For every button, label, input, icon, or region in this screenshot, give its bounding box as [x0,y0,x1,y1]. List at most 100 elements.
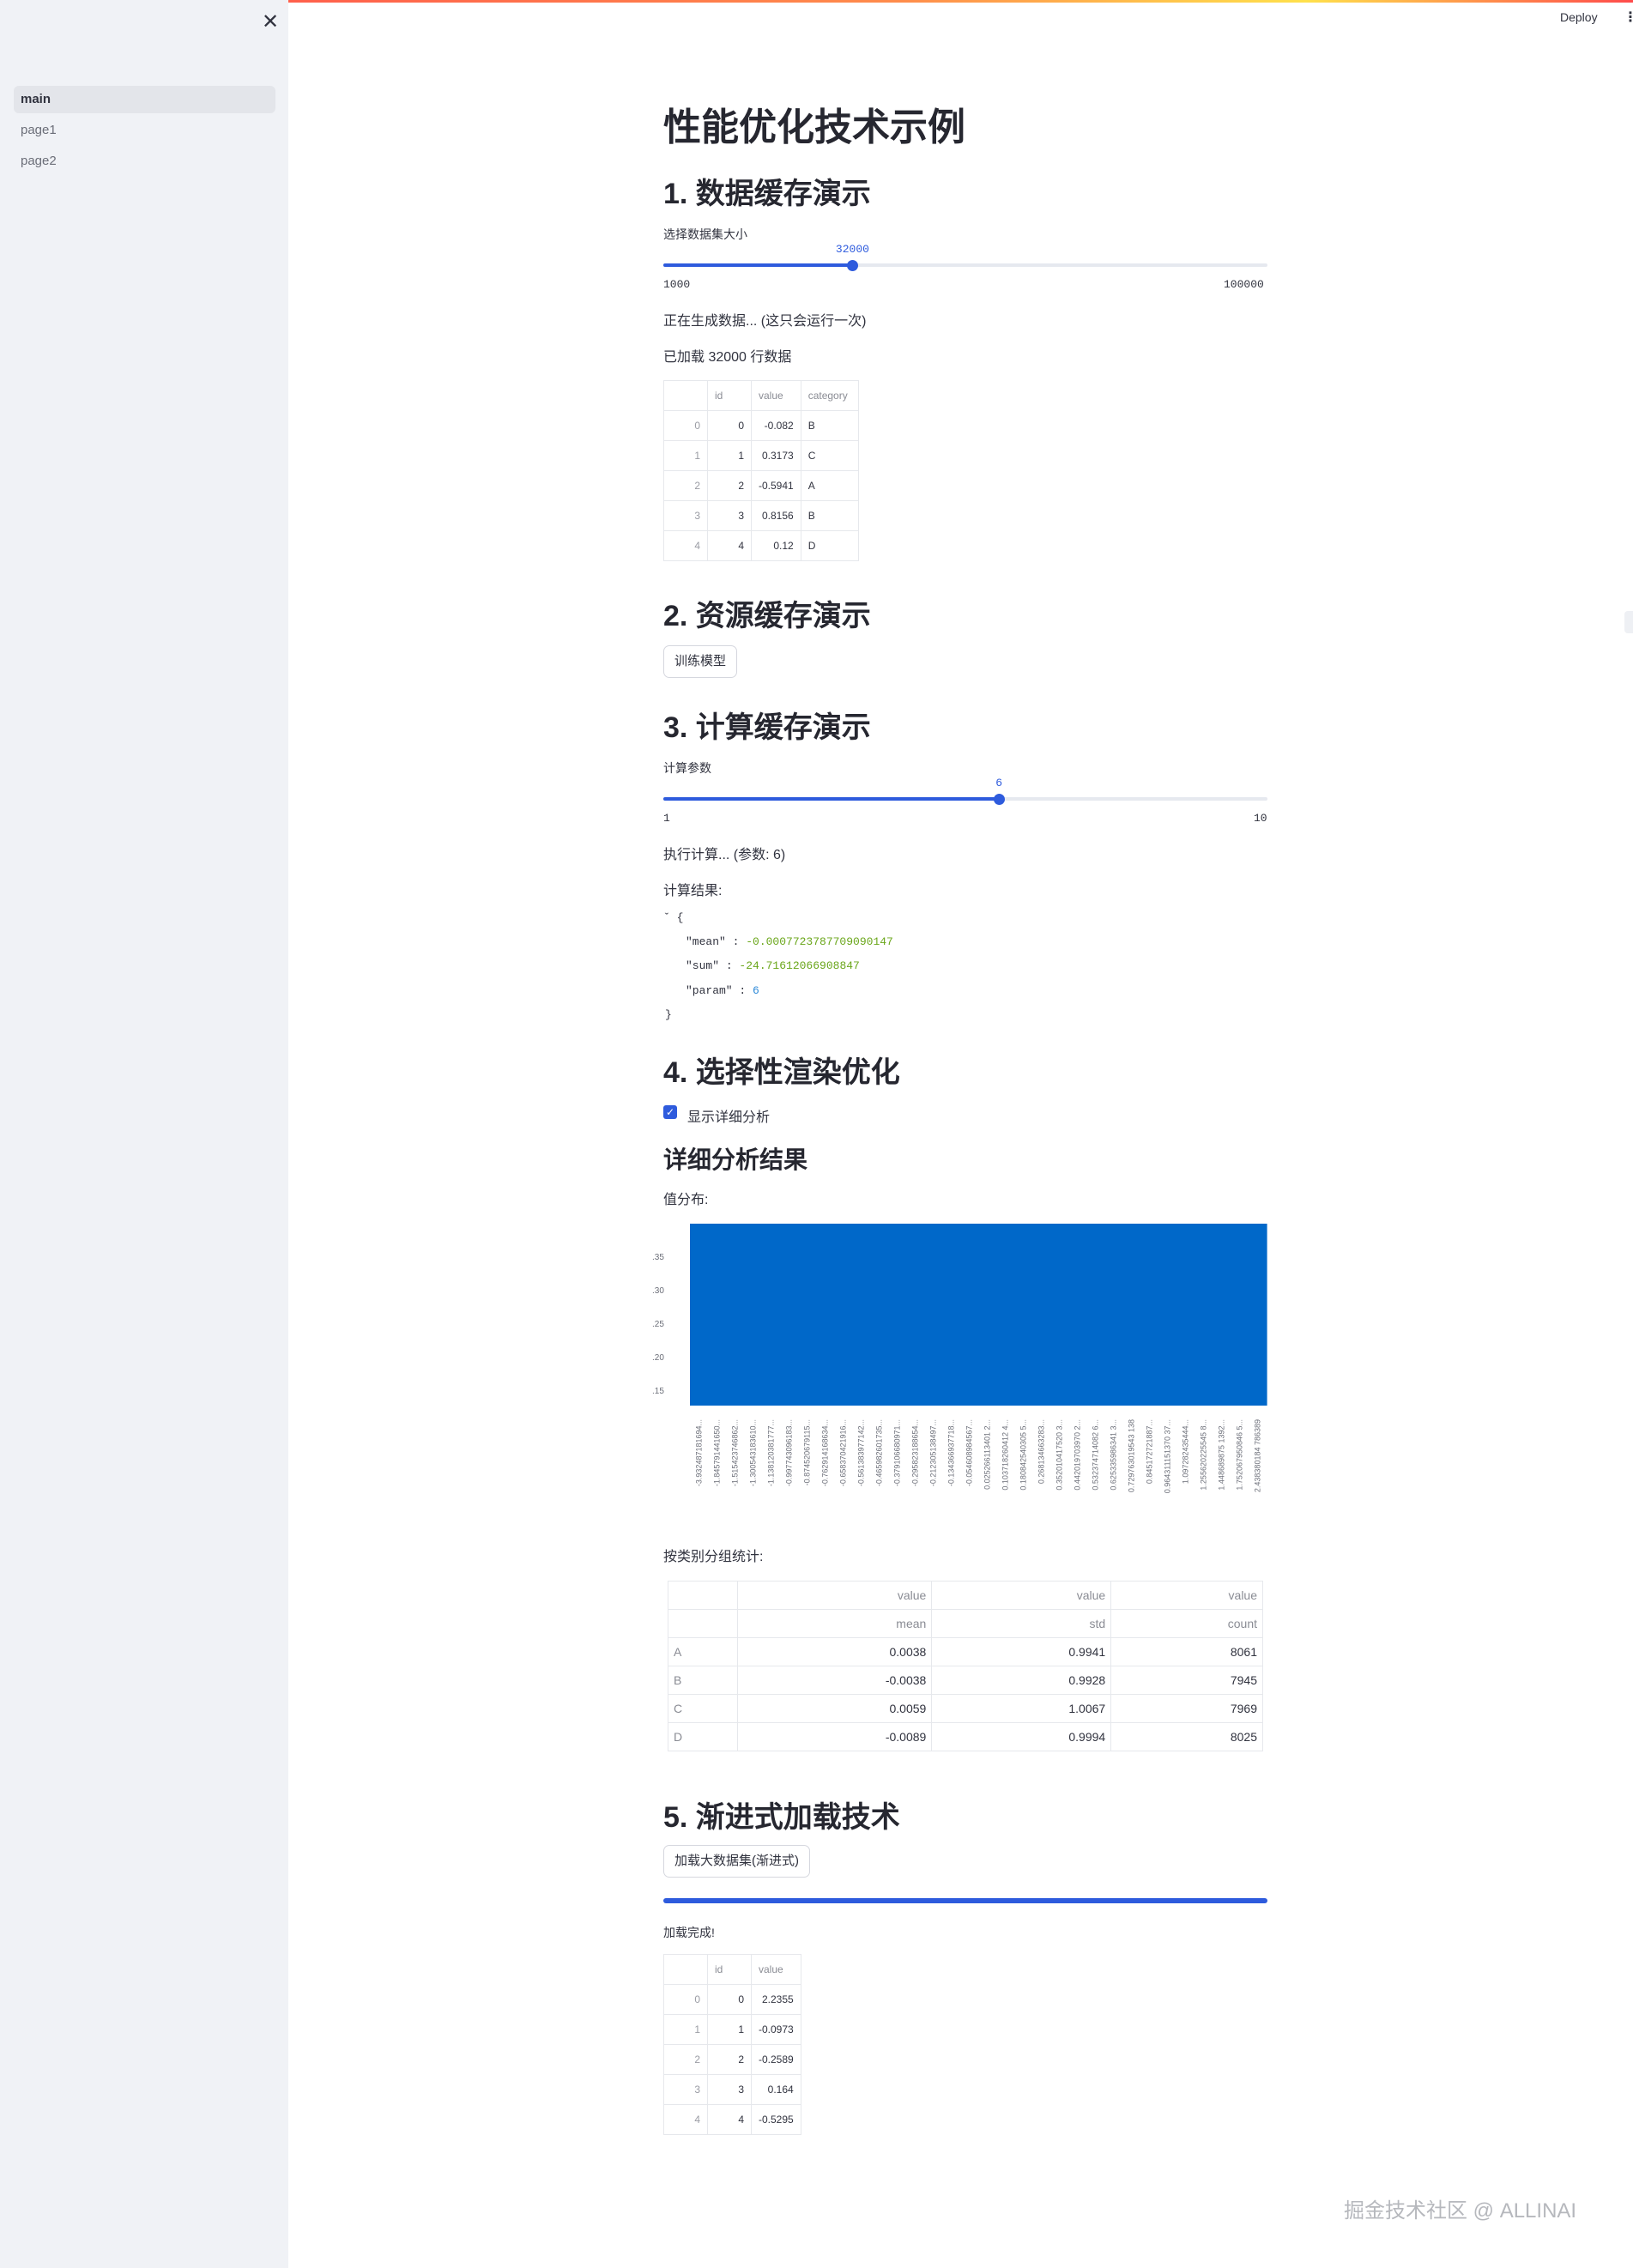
x-tick-label: -0.658370421916... [839,1419,848,1486]
x-tick-label: -0.762914168634... [821,1419,830,1486]
cell-category: B [800,500,859,531]
json-key: "param" [686,984,733,997]
x-tick-label: 0.964311151370 37... [1164,1419,1172,1493]
cell-mean: 0.0059 [736,1694,933,1723]
table-header: category [800,380,859,411]
load-large-data-button[interactable]: 加载大数据集(渐进式) [663,1845,810,1878]
slider-thumb[interactable] [847,260,859,271]
slider-min: 1000 [663,278,691,291]
train-model-button[interactable]: 训练模型 [663,645,738,678]
x-tick-label: -3.932487181694... [695,1419,704,1486]
table-header-row: id value category [663,380,859,411]
x-tick-label: -1.138120381777... [767,1419,776,1486]
dataset-size-slider[interactable]: 32000 [663,243,1267,271]
row-index: 0 [663,410,708,441]
histogram-bar [942,1224,961,1406]
cell-id: 4 [707,530,752,561]
table-row: 3 3 0.164 [663,2074,801,2105]
cell-value: 0.8156 [751,500,801,531]
cell-value: 2.2355 [751,1984,801,2015]
cell-id: 4 [707,2104,752,2135]
detail-subheading: 详细分析结果 [663,1146,808,1173]
histogram-bar [1249,1224,1267,1406]
x-tick-label: -0.134366937718... [947,1419,956,1486]
histogram-bar [1032,1224,1051,1406]
row-label: A [668,1637,738,1666]
histogram-bar [996,1224,1015,1406]
cell-id: 1 [707,2014,752,2045]
slider-value: 6 [995,777,1003,789]
histogram-bar [1140,1224,1159,1406]
cell-value: -0.5295 [751,2104,801,2135]
table-header: std [931,1609,1112,1638]
row-index: 4 [663,530,708,561]
compute-param-slider[interactable]: 6 [663,777,1267,805]
x-tick-label: 0.180842540305 5... [1019,1419,1028,1491]
table-row: 1 1 0.3173 C [663,440,859,471]
cell-id: 0 [707,1984,752,2015]
table-header: value [1110,1581,1263,1610]
histogram-bar [762,1224,781,1406]
data-table[interactable]: id value category 0 0 -0.082 B 1 1 0.3173 C 22… [663,380,859,561]
histogram-bar [1176,1224,1195,1406]
x-tick-label: -1.845791441650... [713,1419,722,1486]
table-header: mean [736,1609,933,1638]
json-row: "mean" : -0.0007723787709090147 [686,935,893,948]
table-row: 0 0 -0.082 B [663,410,859,441]
cell-mean: -0.0089 [736,1722,933,1751]
section4-heading: 4. 选择性渲染优化 [663,1056,900,1089]
distribution-label: 值分布: [663,1193,709,1207]
cell-category: D [800,530,859,561]
x-tick-label: -0.874520679115... [803,1419,812,1485]
detail-checkbox[interactable]: ✓ [663,1105,677,1119]
cell-count: 8025 [1110,1722,1263,1751]
cell-count: 8061 [1110,1637,1263,1666]
histogram-bar [1122,1224,1141,1406]
cell-count: 7969 [1110,1694,1263,1723]
sidebar-item-main[interactable]: main [14,86,275,113]
x-tick-label: 0.532374714082 6... [1092,1419,1100,1491]
table-header: value [751,380,801,411]
slider-fill [663,263,853,267]
json-viewer[interactable]: ˇ { "mean" : -0.0007723787709090147 "sum… [663,911,1024,1023]
histogram-bar [888,1224,907,1406]
table-header: value [751,1954,801,1985]
sidebar-item-page1[interactable]: page1 [14,117,275,144]
collapse-icon[interactable]: ˇ { [663,911,683,924]
table-row: A 0.0038 0.9941 8061 [668,1637,1263,1666]
table-row: 2 2 -0.2589 [663,2044,801,2075]
cell-id: 1 [707,440,752,471]
table-header [663,1954,708,1985]
cell-value: -0.0973 [751,2014,801,2045]
x-tick-label: -0.465982601735... [875,1419,884,1486]
x-tick-label: 2.438380184 786389 [1254,1419,1262,1492]
histogram-bar [852,1224,871,1406]
json-value: 6 [753,984,759,997]
table-header [663,380,708,411]
cell-std: 0.9941 [931,1637,1112,1666]
sidebar-item-page2[interactable]: page2 [14,148,275,175]
x-tick-label: -0.212305138497... [929,1419,938,1486]
distribution-chart[interactable]: .35 .30 .25 .20 .15 -3.932487181694... -1.8457… [652,1219,1272,1510]
json-value: -0.0007723787709090147 [746,935,893,948]
slider-max: 10 [1254,812,1267,825]
histogram-bar [870,1224,889,1406]
table-header-row: id value [663,1954,801,1985]
table-row: B -0.0038 0.9928 7945 [668,1666,1263,1695]
deploy-button[interactable]: Deploy [1560,10,1598,24]
section3-heading: 3. 计算缓存演示 [663,711,871,744]
histogram-bar [834,1224,853,1406]
histogram-bar [1068,1224,1087,1406]
close-icon[interactable]: ✕ [259,11,281,33]
json-value: -24.71612066908847 [739,959,860,972]
group-stats-table[interactable]: value value value mean std count A 0.0038… [668,1581,1263,1751]
table-row: 4 4 -0.5295 [663,2104,801,2135]
slider-fill [663,797,1000,801]
table-header [668,1581,738,1610]
kebab-menu-icon[interactable]: ⋮ [1624,9,1633,26]
table-header-row: value value value [668,1581,1263,1610]
histogram-bar [1086,1224,1105,1406]
x-tick-label: 0.625335986341 3... [1110,1419,1118,1491]
slider-thumb[interactable] [994,794,1006,805]
progressive-data-table[interactable]: id value 0 0 2.2355 1 1 -0.0973 2 2 -0.2589 33… [663,1954,801,2135]
